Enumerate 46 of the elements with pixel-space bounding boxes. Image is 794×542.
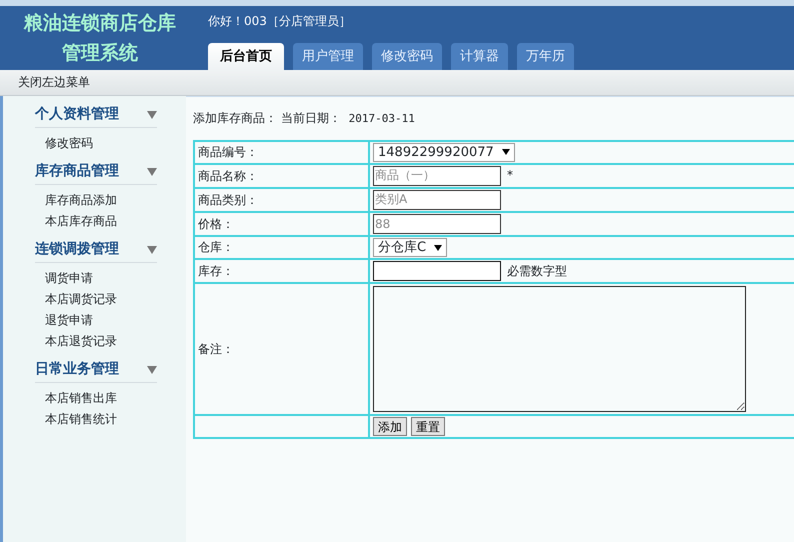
sidebar-item[interactable]: 库存商品添加 (45, 193, 117, 207)
caret-icon[interactable] (147, 366, 157, 374)
select-field[interactable]: 分仓库C (373, 238, 448, 257)
text-field[interactable] (373, 261, 501, 281)
sidebar-item[interactable]: 本店库存商品 (45, 214, 117, 228)
sidebar-item[interactable]: 本店销售出库 (45, 391, 117, 405)
field-note: 必需数字型 (507, 264, 567, 278)
field-note: * (507, 168, 513, 182)
date-value: 2017-03-11 (348, 112, 415, 125)
menu-group-title[interactable]: 日常业务管理 (35, 359, 119, 380)
caret-icon[interactable] (147, 110, 157, 118)
form-heading: 添加库存商品： (193, 111, 277, 125)
menu-group-title[interactable]: 个人资料管理 (35, 104, 119, 125)
menu-group-title[interactable]: 连锁调拨管理 (35, 239, 119, 260)
field-label: 仓库： (198, 240, 234, 254)
sidebar-item[interactable]: 本店销售统计 (45, 412, 117, 426)
caret-icon (502, 149, 510, 156)
add-button[interactable]: 添加 (373, 417, 407, 436)
sidebar-item[interactable]: 修改密码 (45, 136, 93, 150)
sidebar-item[interactable]: 调货申请 (45, 271, 93, 285)
caret-icon (434, 244, 442, 250)
field-label: 价格： (198, 216, 234, 231)
field-label: 商品编号： (198, 145, 258, 160)
field-label: 库存： (198, 264, 234, 278)
remarks-field[interactable] (373, 286, 746, 412)
sidebar-item[interactable]: 退货申请 (45, 313, 93, 327)
select-field[interactable]: 14892299920077 (373, 142, 515, 162)
nav-tab[interactable]: 计算器 (451, 43, 508, 70)
nav-tab[interactable]: 修改密码 (372, 43, 442, 70)
close-menu-link[interactable]: 关闭左边菜单 (18, 75, 90, 89)
nav-tab[interactable]: 后台首页 (208, 43, 284, 70)
field-label: 商品名称： (198, 168, 258, 183)
caret-icon[interactable] (147, 246, 157, 254)
field-label: 备注： (198, 342, 234, 356)
greeting-text: 你好！003［分店管理员］ (208, 13, 352, 30)
menu-group-title[interactable]: 库存商品管理 (35, 161, 119, 182)
nav-tab[interactable]: 用户管理 (293, 43, 363, 70)
nav-tab[interactable]: 万年历 (517, 43, 574, 70)
field-label: 商品类别： (198, 192, 258, 207)
app-title: 粮油连锁商店仓库 (22, 11, 177, 36)
date-label: 当前日期： (280, 111, 341, 125)
caret-icon[interactable] (147, 168, 157, 176)
sidebar-item[interactable]: 本店退货记录 (45, 334, 117, 348)
reset-button[interactable]: 重置 (411, 417, 445, 436)
sidebar-item[interactable]: 本店调货记录 (45, 292, 117, 306)
app-title: 管理系统 (61, 41, 139, 66)
